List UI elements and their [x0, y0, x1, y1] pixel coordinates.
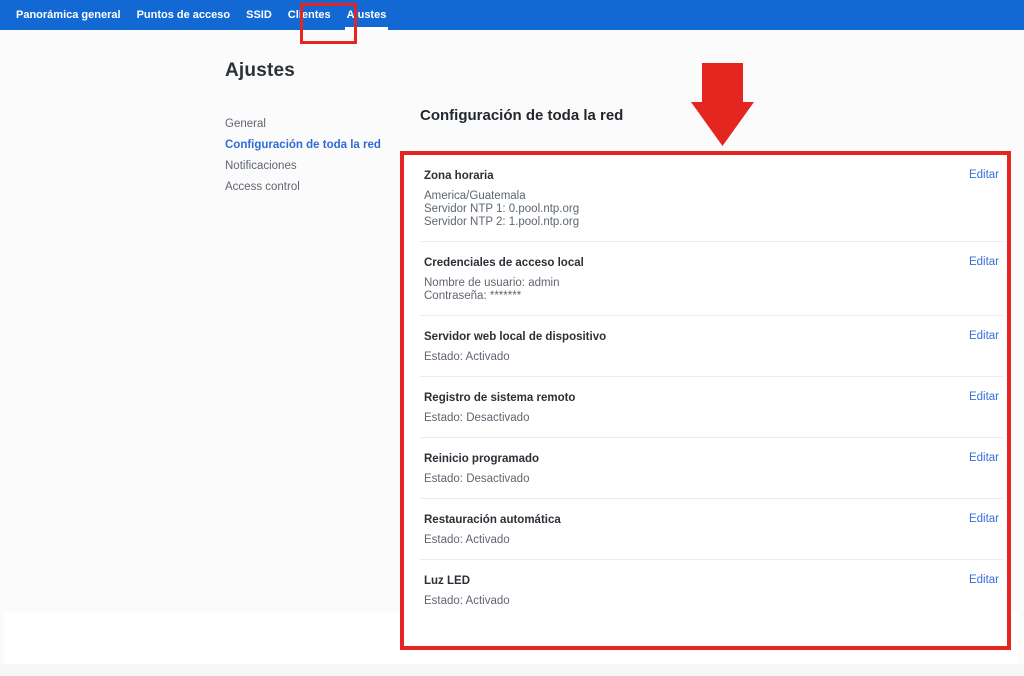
settings-row: Luz LED Estado: Activado Editar	[420, 559, 1003, 648]
settings-row: Credenciales de acceso local Nombre de us…	[420, 241, 1003, 315]
settings-list: Zona horariaAmerica/GuatemalaServidor NT…	[400, 151, 1011, 650]
nav-tab-0[interactable]: Panorámica general	[8, 0, 129, 30]
nav-tab-1[interactable]: Puntos de acceso	[129, 0, 239, 30]
settings-row-line: Estado: Activado	[424, 595, 995, 608]
settings-row-line: America/Guatemala	[424, 190, 995, 203]
settings-row-line: Servidor NTP 2: 1.pool.ntp.org	[424, 216, 995, 229]
settings-row-title: Registro de sistema remoto	[424, 392, 995, 405]
settings-row-title: Luz LED	[424, 575, 995, 588]
settings-row-line: Estado: Activado	[424, 534, 995, 547]
edit-link[interactable]: Editar	[969, 256, 999, 268]
settings-row-title: Reinicio programado	[424, 453, 995, 466]
section-heading: Configuración de toda la red	[420, 107, 623, 124]
footer-strip	[0, 664, 1024, 676]
settings-row-line: Estado: Desactivado	[424, 473, 995, 486]
settings-row-line: Servidor NTP 1: 0.pool.ntp.org	[424, 203, 995, 216]
settings-row-title: Credenciales de acceso local	[424, 257, 995, 270]
nav-tab-3[interactable]: Clientes	[280, 0, 339, 30]
settings-row: Reinicio programado Estado: Desactivado Ed…	[420, 437, 1003, 498]
settings-row: Restauración automática Estado: Activado E…	[420, 498, 1003, 559]
settings-row-line: Estado: Activado	[424, 351, 995, 364]
nav-tab-2[interactable]: SSID	[238, 0, 280, 30]
edit-link[interactable]: Editar	[969, 452, 999, 464]
settings-row-line: Contraseña: *******	[424, 290, 995, 303]
sidebar-item-1[interactable]: Configuración de toda la red	[225, 139, 395, 152]
settings-row-title: Zona horaria	[424, 170, 995, 183]
settings-row: Servidor web local de dispositivo Estado:…	[420, 315, 1003, 376]
nav-tab-4[interactable]: Ajustes	[339, 0, 395, 30]
settings-row-line: Estado: Desactivado	[424, 412, 995, 425]
settings-row-title: Restauración automática	[424, 514, 995, 527]
settings-row-line: Nombre de usuario: admin	[424, 277, 995, 290]
edit-link[interactable]: Editar	[969, 330, 999, 342]
top-nav: Panorámica generalPuntos de accesoSSIDCl…	[0, 0, 1024, 30]
settings-row: Zona horariaAmerica/GuatemalaServidor NT…	[420, 155, 1003, 241]
edit-link[interactable]: Editar	[969, 391, 999, 403]
sidebar-item-3[interactable]: Access control	[225, 181, 395, 194]
sidebar-item-2[interactable]: Notificaciones	[225, 160, 395, 173]
page-title: Ajustes	[225, 60, 295, 82]
edit-link[interactable]: Editar	[969, 169, 999, 181]
settings-row: Registro de sistema remoto Estado: Desact…	[420, 376, 1003, 437]
edit-link[interactable]: Editar	[969, 574, 999, 586]
sidebar-item-0[interactable]: General	[225, 118, 395, 131]
edit-link[interactable]: Editar	[969, 513, 999, 525]
settings-sidebar: General Configuración de toda la red Notif…	[225, 118, 395, 202]
settings-row-title: Servidor web local de dispositivo	[424, 331, 995, 344]
